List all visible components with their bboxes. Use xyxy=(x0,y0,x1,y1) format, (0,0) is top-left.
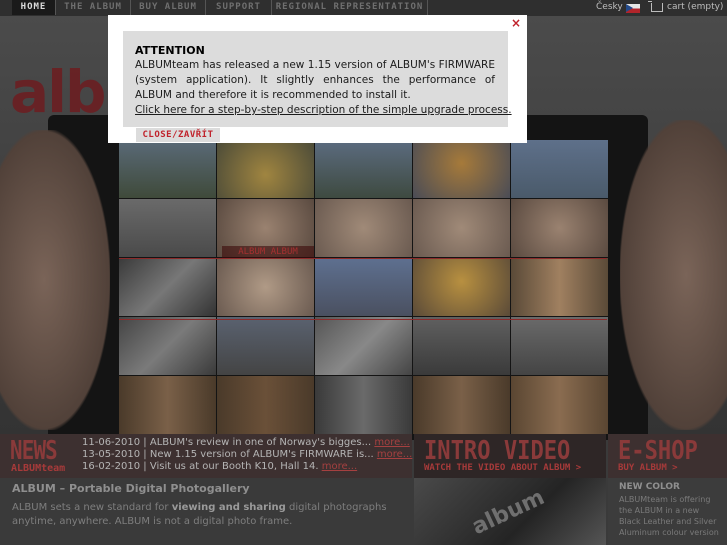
cart-link[interactable]: cart (empty) xyxy=(667,2,723,12)
photo-tile xyxy=(119,199,216,257)
photo-tile xyxy=(119,317,216,375)
hand-left xyxy=(0,130,110,430)
photo-tile xyxy=(511,376,608,434)
photo-tile xyxy=(511,199,608,257)
news-subtitle: ALBUMteam xyxy=(11,463,66,474)
news-item: 16-02-2010 | Visit us at our Booth K10, … xyxy=(82,461,358,472)
news-more-link[interactable]: more... xyxy=(322,461,357,472)
notice-body: ALBUMteam has released a new 1.15 versio… xyxy=(135,59,495,101)
new-color-title: NEW COLOR xyxy=(619,482,680,492)
grid-label: ALBUM ALBUM xyxy=(222,246,314,258)
close-button[interactable]: CLOSE/ZAVŘÍT xyxy=(136,128,220,142)
close-icon[interactable]: × xyxy=(511,17,521,29)
news-item: 13-05-2010 | New 1.15 version of ALBUM's… xyxy=(82,449,413,460)
news-title: NEWS xyxy=(10,436,58,466)
photo-tile xyxy=(217,317,314,375)
about-text-bold: viewing and sharing xyxy=(171,502,286,513)
news-date: 16-02-2010 xyxy=(82,461,141,472)
czech-flag-icon[interactable] xyxy=(626,4,640,13)
cart-icon[interactable] xyxy=(648,1,663,12)
photo-tile xyxy=(217,376,314,434)
about-text: ALBUM sets a new standard for viewing an… xyxy=(12,501,412,529)
about-text-prefix: ALBUM sets a new standard for xyxy=(12,502,172,513)
photo-tile xyxy=(315,140,412,198)
photo-tile xyxy=(119,376,216,434)
news-text: New 1.15 version of ALBUM's FIRMWARE is.… xyxy=(149,449,374,460)
photo-tile xyxy=(413,317,510,375)
photo-tile xyxy=(119,140,216,198)
photo-tile xyxy=(217,140,314,198)
photo-tile xyxy=(413,199,510,257)
photo-tile xyxy=(413,376,510,434)
photo-tile xyxy=(511,317,608,375)
news-more-link[interactable]: more... xyxy=(374,437,409,448)
news-text: ALBUM's review in one of Norway's bigges… xyxy=(149,437,372,448)
nav-regional-representation[interactable]: REGIONAL REPRESENTATION xyxy=(272,0,428,15)
upgrade-instructions-link[interactable]: Click here for a step-by-step descriptio… xyxy=(135,104,512,116)
news-item: 11-06-2010 | ALBUM's review in one of No… xyxy=(82,437,410,448)
buy-album-link[interactable]: BUY ALBUM > xyxy=(618,463,678,473)
news-date: 13-05-2010 xyxy=(82,449,141,460)
photo-tile xyxy=(413,140,510,198)
news-more-link[interactable]: more... xyxy=(377,449,412,460)
photo-tile xyxy=(315,317,412,375)
nav-the-album[interactable]: THE ALBUM xyxy=(56,0,131,15)
nav-buy-album[interactable]: BUY ALBUM xyxy=(131,0,206,15)
grid-highlight-row xyxy=(119,258,607,320)
intro-video-title[interactable]: INTRO VIDEO xyxy=(424,436,570,466)
language-switch[interactable]: Česky xyxy=(596,2,623,12)
photo-tile xyxy=(315,199,412,257)
eshop-title[interactable]: E-SHOP xyxy=(618,436,698,466)
news-text: Visit us at our Booth K10, Hall 14. xyxy=(149,461,319,472)
photo-tile xyxy=(315,376,412,434)
nav-home[interactable]: HOME xyxy=(12,0,56,15)
notice-title: ATTENTION xyxy=(135,44,205,57)
new-color-text: ALBUMteam is offering the ALBUM in a new… xyxy=(619,495,719,537)
news-date: 11-06-2010 xyxy=(82,437,141,448)
about-title: ALBUM – Portable Digital Photogallery xyxy=(12,482,250,495)
top-navigation: HOME THE ALBUM BUY ALBUM SUPPORT REGIONA… xyxy=(0,0,727,16)
photo-tile xyxy=(511,140,608,198)
nav-support[interactable]: SUPPORT xyxy=(206,0,272,15)
hand-right xyxy=(620,120,727,430)
watch-video-link[interactable]: WATCH THE VIDEO ABOUT ALBUM > xyxy=(424,463,581,473)
